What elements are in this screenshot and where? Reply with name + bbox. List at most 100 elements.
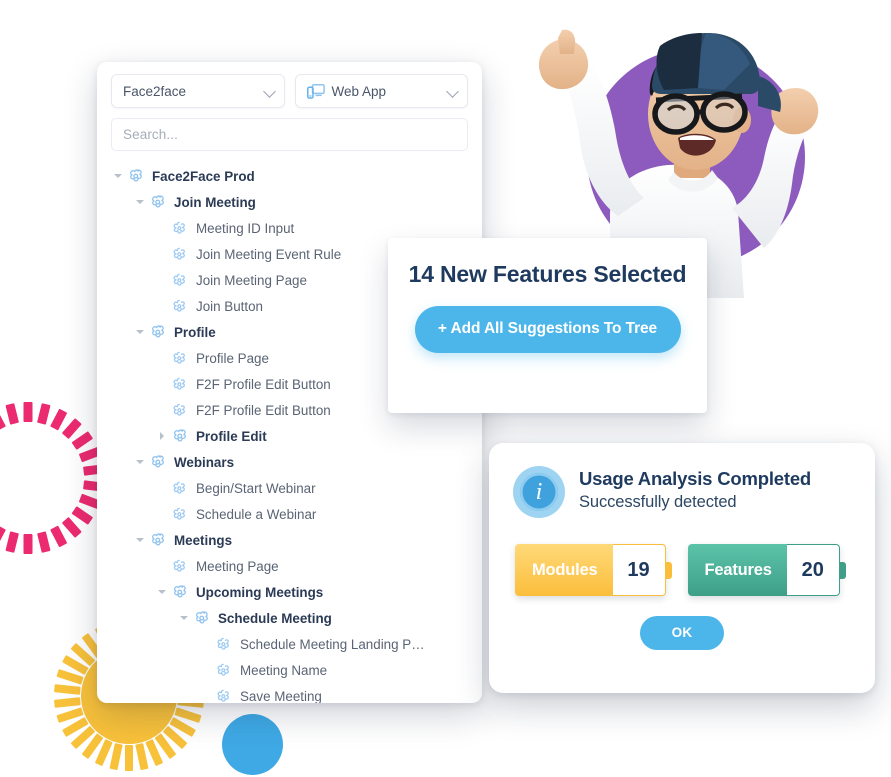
pink-dashed-ring-decoration: [0, 398, 108, 558]
ok-button[interactable]: OK: [639, 616, 725, 650]
module-icon: [169, 426, 189, 446]
tree-node-label: Join Meeting Page: [196, 272, 307, 288]
sunburst-ray: [62, 717, 89, 737]
sunburst-ray: [53, 697, 81, 708]
sunburst-ray: [135, 743, 149, 771]
sunburst-ray: [162, 725, 188, 750]
search-placeholder: Search...: [123, 127, 178, 142]
web-app-device-icon: [306, 83, 325, 99]
chevron-down-icon[interactable]: [155, 579, 169, 605]
sunburst-ray: [81, 733, 104, 760]
chevron-down-icon[interactable]: [133, 189, 147, 215]
ring-tick: [37, 531, 51, 553]
chevron-down-icon[interactable]: [133, 319, 147, 345]
ring-tick: [50, 525, 68, 548]
tree-node[interactable]: Meetings: [97, 527, 482, 553]
tree-node[interactable]: Meeting Name: [97, 657, 482, 683]
usage-card-titles: Usage Analysis Completed Successfully de…: [579, 465, 811, 512]
usage-card-header: i Usage Analysis Completed Successfully …: [513, 465, 851, 518]
platform-select[interactable]: Web App: [294, 74, 468, 108]
tree-node[interactable]: Save Meeting: [97, 683, 482, 703]
tree-node-label: F2F Profile Edit Button: [196, 402, 331, 418]
tree-node[interactable]: Upcoming Meetings: [97, 579, 482, 605]
tree-node[interactable]: Begin/Start Webinar: [97, 475, 482, 501]
chevron-down-icon[interactable]: [133, 527, 147, 553]
usage-stats-row: Modules 19 Features 20: [513, 544, 851, 596]
suggestion-headline: 14 New Features Selected: [408, 261, 687, 287]
feature-icon: [169, 296, 189, 316]
ring-tick: [0, 525, 6, 548]
module-icon: [169, 582, 189, 602]
tree-node-label: Meetings: [174, 532, 233, 548]
sunburst-ray: [70, 725, 96, 750]
tree-node[interactable]: Webinars: [97, 449, 482, 475]
sunburst-ray: [145, 739, 164, 767]
sunburst-ray: [53, 684, 81, 695]
sunburst-ray: [169, 717, 196, 737]
ring-tick: [61, 418, 82, 440]
info-circle-icon: i: [513, 466, 565, 518]
tree-node[interactable]: Join Meeting: [97, 189, 482, 215]
usage-card-subtitle: Successfully detected: [579, 493, 737, 512]
stat-modules-tab: [664, 562, 672, 579]
chevron-down-icon[interactable]: [133, 449, 147, 475]
tree-node-label: Meeting ID Input: [196, 220, 295, 236]
tree-node-label: Profile Page: [196, 350, 269, 366]
stat-features: Features 20: [687, 544, 846, 596]
tree-node-label: Schedule Meeting Landing P…: [240, 636, 425, 652]
search-input[interactable]: Search...: [111, 118, 468, 151]
module-icon: [147, 192, 167, 212]
feature-icon: [213, 660, 233, 680]
sunburst-ray: [174, 707, 202, 723]
tree-node[interactable]: Meeting Page: [97, 553, 482, 579]
module-icon: [125, 166, 145, 186]
feature-icon: [169, 270, 189, 290]
tree-node-label: Schedule Meeting: [218, 610, 332, 626]
tree-node-label: Begin/Start Webinar: [196, 480, 316, 496]
tree-node[interactable]: Face2Face Prod: [97, 163, 482, 189]
sunburst-ray: [154, 733, 177, 760]
tree-node[interactable]: Schedule Meeting: [97, 605, 482, 631]
sunburst-ray: [125, 745, 133, 771]
usage-card-title: Usage Analysis Completed: [579, 468, 812, 489]
feature-icon: [169, 218, 189, 238]
chevron-down-icon[interactable]: [177, 605, 191, 631]
module-icon: [147, 452, 167, 472]
tree-node[interactable]: Schedule Meeting Landing P…: [97, 631, 482, 657]
sunburst-ray: [109, 743, 123, 771]
sunburst-ray: [56, 669, 84, 685]
app-select[interactable]: Face2face: [111, 74, 285, 108]
chevron-right-icon[interactable]: [155, 423, 169, 449]
tree-node-label: Upcoming Meetings: [196, 584, 324, 600]
ring-tick: [61, 516, 82, 538]
blue-circle-decoration: [222, 714, 283, 775]
ring-tick: [23, 534, 33, 554]
tree-node-label: Schedule a Webinar: [196, 506, 317, 522]
feature-icon: [213, 634, 233, 654]
ring-tick: [71, 431, 94, 450]
feature-icon: [169, 556, 189, 576]
tree-node[interactable]: Schedule a Webinar: [97, 501, 482, 527]
feature-icon: [169, 504, 189, 524]
module-icon: [147, 322, 167, 342]
usage-analysis-card: i Usage Analysis Completed Successfully …: [489, 443, 875, 693]
ring-tick: [23, 402, 33, 422]
tree-node-label: Meeting Name: [240, 662, 328, 678]
feature-icon: [169, 400, 189, 420]
stat-modules: Modules 19: [515, 544, 672, 596]
tree-node-label: Join Meeting: [174, 194, 256, 210]
tree-node[interactable]: Profile Edit: [97, 423, 482, 449]
stat-modules-label: Modules: [515, 544, 613, 596]
add-all-suggestions-button[interactable]: + Add All Suggestions To Tree: [414, 305, 681, 353]
chevron-down-icon[interactable]: [111, 163, 125, 189]
tree-node-label: Profile: [174, 324, 216, 340]
stat-features-value: 20: [786, 544, 840, 596]
feature-icon: [169, 374, 189, 394]
